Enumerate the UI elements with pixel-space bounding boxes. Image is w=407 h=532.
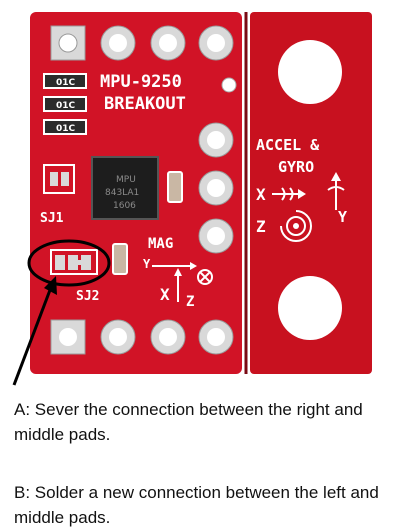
instruction-b: B: Solder a new connection between the l… xyxy=(14,483,379,527)
instruction-a: A: Sever the connection between the righ… xyxy=(14,400,363,444)
mag-axis-z: Z xyxy=(186,294,194,310)
accel-label: ACCEL & xyxy=(256,136,320,154)
board-title-line2: BREAKOUT xyxy=(104,94,186,114)
imu-chip: MPU 843LA1 1606 xyxy=(91,156,159,220)
chip-marking-1: MPU xyxy=(116,175,136,185)
board-title-line1: MPU-9250 xyxy=(100,72,182,92)
mag-label: MAG xyxy=(148,236,173,252)
gyro-label: GYRO xyxy=(278,158,314,176)
resistor-label-3: 01C xyxy=(56,124,76,134)
capacitor-1 xyxy=(167,171,183,203)
side-header-pads xyxy=(198,122,234,254)
accel-axis-x: X xyxy=(256,185,266,204)
mounting-hole-top xyxy=(278,40,342,104)
accel-axis-y: Y xyxy=(338,208,347,226)
mag-axis-x: X xyxy=(160,285,170,304)
chip-marking-2: 843LA1 xyxy=(105,188,139,198)
resistor-label-2: 01C xyxy=(56,101,76,111)
breakout-board-photo: MPU-9250 BREAKOUT 01C 01C 01C SJ1 MPU 84… xyxy=(12,12,372,386)
capacitor-2 xyxy=(112,243,128,275)
jumper-sj1-label: SJ1 xyxy=(40,211,64,226)
accel-axis-z: Z xyxy=(256,217,266,236)
resistor-label-1: 01C xyxy=(56,78,76,88)
mag-axis-y: Y xyxy=(143,257,151,271)
chip-marking-3: 1606 xyxy=(113,201,136,211)
resistor-array: 01C 01C 01C xyxy=(43,73,87,135)
jumper-sj2-label: SJ2 xyxy=(76,289,99,304)
mounting-hole-bottom xyxy=(278,276,342,340)
